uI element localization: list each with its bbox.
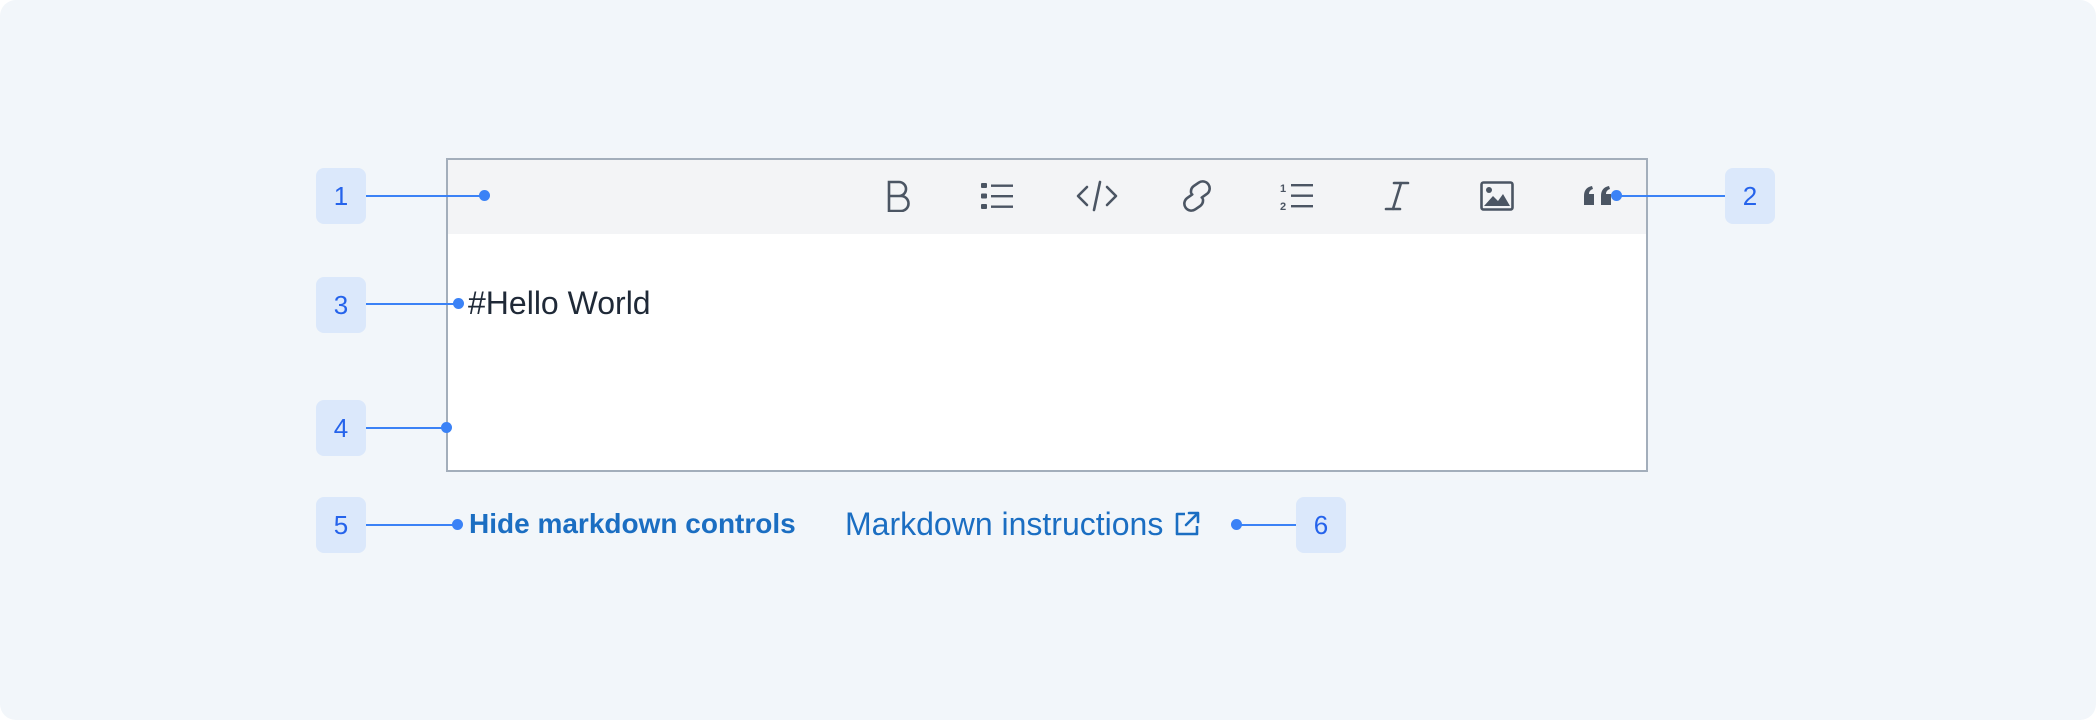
callout-badge-2: 2	[1725, 168, 1775, 224]
callout-line-4	[366, 427, 446, 429]
markdown-editor: 1 2 #Hello World	[446, 158, 1648, 472]
callout-badge-6: 6	[1296, 497, 1346, 553]
svg-text:1: 1	[1280, 183, 1286, 195]
quote-icon	[1584, 186, 1611, 205]
link-icon	[1183, 180, 1211, 212]
callout-badge-3: 3	[316, 277, 366, 333]
external-link-icon	[1176, 511, 1200, 536]
callout-dot-5	[452, 519, 463, 530]
callout-badge-1: 1	[316, 168, 366, 224]
callout-dot-3	[453, 298, 464, 309]
markdown-instructions-label: Markdown instructions	[845, 506, 1164, 542]
callout-dot-4	[441, 422, 452, 433]
code-icon	[1076, 180, 1118, 212]
image-button[interactable]	[1475, 174, 1519, 218]
callout-line-2	[1616, 195, 1725, 197]
numbered-list-icon: 1 2	[1280, 183, 1313, 211]
hide-markdown-controls-link[interactable]: Hide markdown controls	[469, 507, 796, 541]
italic-icon	[1384, 181, 1410, 211]
callout-line-5	[366, 524, 459, 526]
bold-icon	[887, 180, 910, 212]
markdown-instructions-link[interactable]: Markdown instructions	[845, 507, 1201, 541]
markdown-toolbar: 1 2	[448, 160, 1646, 234]
bold-button[interactable]	[875, 174, 919, 218]
canvas: 1 2 #Hello World Hide markdown controls …	[0, 0, 2096, 720]
callout-dot-6	[1231, 519, 1242, 530]
callout-line-1	[366, 195, 484, 197]
callout-line-3	[366, 303, 460, 305]
callout-dot-1	[479, 190, 490, 201]
link-button[interactable]	[1175, 174, 1219, 218]
svg-text:2: 2	[1280, 201, 1286, 211]
code-button[interactable]	[1075, 174, 1119, 218]
image-icon	[1480, 181, 1514, 211]
numbered-list-button[interactable]: 1 2	[1275, 174, 1319, 218]
callout-badge-5: 5	[316, 497, 366, 553]
bulleted-list-icon	[981, 183, 1013, 209]
bulleted-list-button[interactable]	[975, 174, 1019, 218]
italic-button[interactable]	[1375, 174, 1419, 218]
callout-line-6	[1236, 524, 1296, 526]
editor-textarea[interactable]: #Hello World	[448, 234, 1646, 470]
callout-dot-2	[1611, 190, 1622, 201]
editor-content[interactable]: #Hello World	[468, 283, 651, 323]
callout-badge-4: 4	[316, 400, 366, 456]
